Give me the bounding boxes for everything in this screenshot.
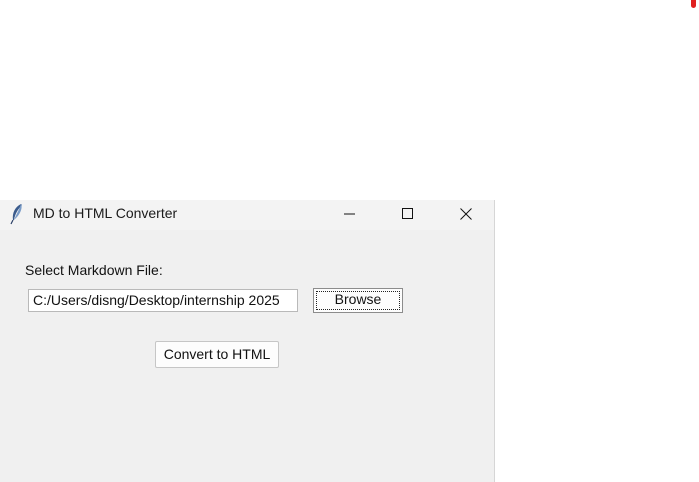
window-title: MD to HTML Converter: [33, 205, 178, 221]
close-icon: [460, 208, 472, 220]
title-bar[interactable]: MD to HTML Converter: [0, 200, 494, 230]
desktop: MD to HTML Converter Select Markdown Fil…: [0, 0, 699, 482]
app-window: MD to HTML Converter Select Markdown Fil…: [0, 200, 495, 482]
browse-button-label: Browse: [334, 291, 382, 307]
maximize-icon: [402, 208, 413, 219]
browse-button[interactable]: Browse: [313, 288, 403, 313]
minimize-icon: [344, 213, 355, 215]
file-label: Select Markdown File:: [25, 262, 163, 278]
minimize-button[interactable]: [321, 200, 379, 228]
file-path-input[interactable]: C:/Users/disng/Desktop/internship 2025: [28, 289, 298, 312]
close-button[interactable]: [437, 200, 495, 228]
window-content: Select Markdown File: C:/Users/disng/Des…: [0, 230, 494, 482]
maximize-button[interactable]: [379, 200, 437, 228]
convert-button[interactable]: Convert to HTML: [155, 341, 279, 368]
feather-icon: [9, 203, 25, 225]
status-dot: [691, 0, 696, 8]
